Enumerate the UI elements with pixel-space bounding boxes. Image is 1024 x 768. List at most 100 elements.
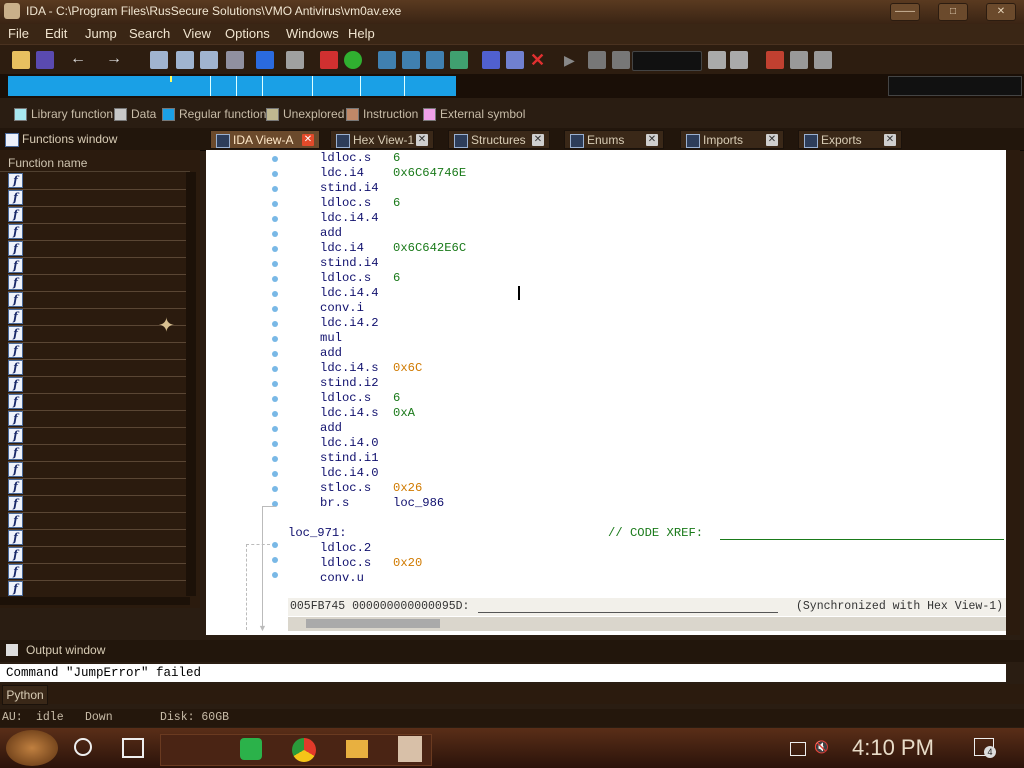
attach-icon[interactable]: [708, 51, 726, 69]
open-file-icon[interactable]: [12, 51, 30, 69]
navigation-band[interactable]: [0, 74, 1024, 98]
function-row[interactable]: f: [8, 240, 186, 258]
make-code-icon[interactable]: [378, 51, 396, 69]
function-row[interactable]: f: [8, 257, 186, 275]
jump-icon[interactable]: [150, 51, 168, 69]
close-tab-icon[interactable]: ✕: [416, 134, 428, 146]
function-row[interactable]: f: [8, 495, 186, 513]
network-icon[interactable]: [790, 742, 806, 756]
mnemonic: ldc.i4.s: [320, 406, 379, 420]
tab-exports[interactable]: Exports ✕: [798, 130, 902, 149]
make-ascii-icon[interactable]: [426, 51, 444, 69]
debugger-select[interactable]: [632, 51, 702, 71]
operand: loc_986: [393, 496, 445, 510]
function-row[interactable]: f: [8, 478, 186, 496]
function-row[interactable]: f: [8, 342, 186, 360]
binary-search-icon[interactable]: [200, 51, 218, 69]
tab-imports[interactable]: Imports ✕: [680, 130, 784, 149]
function-row[interactable]: f: [8, 410, 186, 428]
graph-icon[interactable]: [286, 51, 304, 69]
close-tab-icon[interactable]: ✕: [766, 134, 778, 146]
close-tab-icon[interactable]: ✕: [646, 134, 658, 146]
menu-options[interactable]: Options: [225, 26, 270, 41]
ida-view-hscrollbar[interactable]: [288, 617, 1006, 631]
close-button[interactable]: ✕: [986, 3, 1016, 21]
text-search-icon[interactable]: [176, 51, 194, 69]
create-function-icon[interactable]: [482, 51, 500, 69]
save-icon[interactable]: [36, 51, 54, 69]
nav-dropdown[interactable]: [888, 76, 1022, 96]
column-header-function-name[interactable]: Function name: [0, 156, 190, 172]
menu-view[interactable]: View: [183, 26, 211, 41]
file-explorer-icon[interactable]: [346, 740, 368, 758]
function-row[interactable]: f: [8, 444, 186, 462]
ida-view-vscrollbar[interactable]: [1006, 150, 1020, 635]
tab-ida-view-a[interactable]: IDA View-A ✕: [210, 130, 320, 149]
modules-icon[interactable]: [814, 51, 832, 69]
tab-enums[interactable]: Enums ✕: [564, 130, 664, 149]
menu-file[interactable]: File: [8, 26, 29, 41]
function-row[interactable]: f: [8, 223, 186, 241]
function-row[interactable]: f: [8, 427, 186, 445]
delete-icon[interactable]: ✕: [530, 51, 548, 69]
function-row[interactable]: f: [8, 291, 186, 309]
breakpoints-icon[interactable]: [766, 51, 784, 69]
function-row[interactable]: f: [8, 274, 186, 292]
forward-arrow-icon[interactable]: →: [106, 51, 124, 69]
threads-icon[interactable]: [790, 51, 808, 69]
function-row[interactable]: f: [8, 206, 186, 224]
sequence-icon[interactable]: [226, 51, 244, 69]
tab-hex-view-1[interactable]: Hex View-1 ✕: [330, 130, 434, 149]
chat-app-icon[interactable]: [240, 738, 262, 760]
minimize-button[interactable]: ——: [890, 3, 920, 21]
function-row[interactable]: f: [8, 529, 186, 547]
function-icon: f: [8, 207, 23, 222]
chrome-icon[interactable]: [292, 738, 316, 762]
function-icon: f: [8, 428, 23, 443]
make-array-icon[interactable]: [450, 51, 468, 69]
app-avatar-icon[interactable]: [398, 736, 422, 762]
clock[interactable]: 4:10 PM: [852, 735, 934, 761]
close-tab-icon[interactable]: ✕: [532, 134, 544, 146]
menu-windows[interactable]: Windows: [286, 26, 339, 41]
menu-search[interactable]: Search: [129, 26, 170, 41]
legend-swatch-unexplored: [266, 108, 279, 121]
back-arrow-icon[interactable]: ←: [70, 51, 88, 69]
function-row[interactable]: f: [8, 546, 186, 564]
close-tab-icon[interactable]: ✕: [884, 134, 896, 146]
python-button[interactable]: Python: [2, 685, 48, 705]
edit-function-icon[interactable]: [506, 51, 524, 69]
function-row[interactable]: f: [8, 580, 186, 598]
menu-edit[interactable]: Edit: [45, 26, 67, 41]
gutter-dot: [272, 216, 278, 222]
function-row[interactable]: f: [8, 563, 186, 581]
tab-structures[interactable]: Structures ✕: [448, 130, 550, 149]
warning-icon[interactable]: [320, 51, 338, 69]
scroll-thumb[interactable]: [306, 619, 440, 628]
function-row[interactable]: f: [8, 512, 186, 530]
make-data-icon[interactable]: [402, 51, 420, 69]
function-row[interactable]: f: [8, 172, 186, 190]
cortana-icon[interactable]: [74, 738, 92, 756]
start-button[interactable]: [6, 730, 58, 766]
function-row[interactable]: f: [8, 359, 186, 377]
menu-jump[interactable]: Jump: [85, 26, 117, 41]
maximize-button[interactable]: □: [938, 3, 968, 21]
function-row[interactable]: f: [8, 461, 186, 479]
menu-help[interactable]: Help: [348, 26, 375, 41]
function-row[interactable]: f: [8, 393, 186, 411]
green-circle-icon[interactable]: [344, 51, 362, 69]
function-row[interactable]: f: [8, 189, 186, 207]
play-icon[interactable]: ▶: [564, 51, 582, 69]
functions-hscrollbar[interactable]: [0, 597, 190, 605]
stop-icon[interactable]: [612, 51, 630, 69]
pause-icon[interactable]: [588, 51, 606, 69]
function-row[interactable]: f: [8, 376, 186, 394]
close-tab-icon[interactable]: ✕: [302, 134, 314, 146]
detach-icon[interactable]: [730, 51, 748, 69]
volume-icon[interactable]: 🔇: [814, 740, 829, 754]
task-view-icon[interactable]: [122, 738, 144, 758]
down-arrow-icon[interactable]: [256, 51, 274, 69]
functions-scrollbar[interactable]: [186, 172, 196, 596]
gutter-dot: [272, 542, 278, 548]
